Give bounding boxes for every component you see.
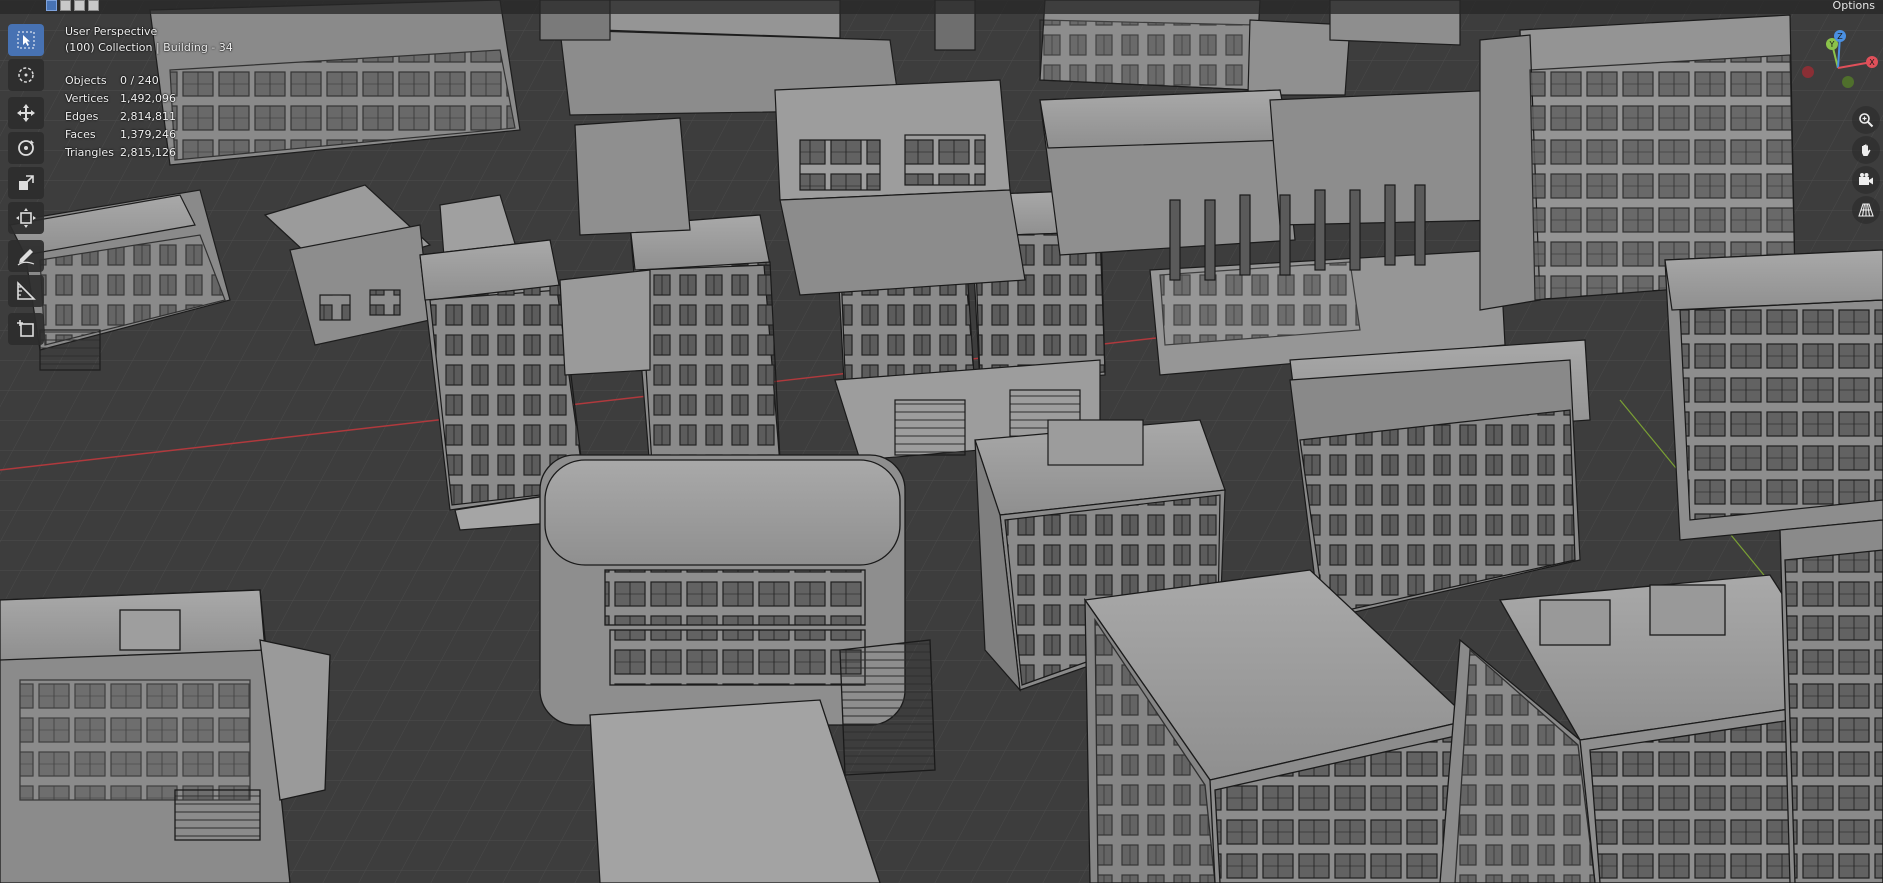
3d-viewport[interactable]: Options User Perspective (100) Collectio…: [0, 0, 1883, 883]
cursor-target-icon: [18, 67, 34, 83]
navigation-gizmo[interactable]: Y Z X: [1802, 22, 1882, 102]
tool-move[interactable]: [8, 97, 44, 129]
stat-row-vertices: Vertices 1,492,096: [65, 90, 176, 108]
select-subtract-icon[interactable]: [74, 0, 85, 11]
move-arrows-icon: [17, 104, 35, 122]
zoom-icon: [1859, 113, 1874, 128]
select-extend-icon[interactable]: [60, 0, 71, 11]
zoom-button[interactable]: [1852, 106, 1880, 134]
stat-row-edges: Edges 2,814,811: [65, 108, 176, 126]
scale-icon: [19, 175, 34, 190]
context-line: (100) Collection | Building - 34: [65, 41, 233, 54]
stat-row-objects: Objects 0 / 240: [65, 72, 176, 90]
tool-annotate[interactable]: [8, 240, 44, 272]
stat-value: 2,814,811: [120, 110, 176, 123]
viewport-text-overlay: User Perspective (100) Collection | Buil…: [65, 24, 233, 159]
gizmo-x-label: X: [1869, 58, 1875, 67]
camera-icon: [1859, 173, 1873, 185]
rotate-icon: [18, 140, 34, 156]
transform-icon: [16, 208, 36, 228]
pan-button[interactable]: [1852, 136, 1880, 164]
stat-label: Triangles: [65, 146, 114, 159]
tool-cursor[interactable]: [8, 59, 44, 91]
ruler-icon: [17, 281, 36, 300]
stat-value: 2,815,126: [120, 146, 176, 159]
view-name: User Perspective: [65, 25, 158, 38]
tool-add-cube[interactable]: [8, 313, 44, 345]
viewport-header: Options: [0, 0, 1883, 14]
stat-label: Edges: [65, 110, 99, 123]
tool-rotate[interactable]: [8, 132, 44, 164]
stat-value: 1,379,246: [120, 128, 176, 141]
scene-canvas[interactable]: [0, 0, 1883, 883]
add-cube-icon: [17, 320, 34, 337]
options-menu[interactable]: Options: [1833, 0, 1875, 12]
stat-value: 0 / 240: [120, 74, 159, 87]
stat-label: Vertices: [65, 92, 109, 105]
select-box-icon[interactable]: [46, 0, 57, 11]
pencil-icon: [17, 249, 35, 266]
gizmo-neg-x-handle[interactable]: [1802, 66, 1814, 78]
stat-value: 1,492,096: [120, 92, 176, 105]
stat-label: Faces: [65, 128, 96, 141]
gizmo-z-label: Z: [1837, 32, 1843, 41]
camera-view-button[interactable]: [1852, 166, 1880, 194]
cursor-arrow-icon: [17, 31, 35, 49]
select-intersect-icon[interactable]: [88, 0, 99, 11]
tool-transform[interactable]: [8, 202, 44, 234]
perspective-toggle-button[interactable]: [1852, 196, 1880, 224]
tool-select-box[interactable]: [8, 24, 44, 56]
gizmo-y-label: Y: [1829, 40, 1835, 49]
tool-scale[interactable]: [8, 167, 44, 199]
tool-measure[interactable]: [8, 275, 44, 307]
stat-row-faces: Faces 1,379,246: [65, 126, 176, 144]
selection-mode-group[interactable]: [46, 0, 99, 11]
stat-row-triangles: Triangles 2,815,126: [65, 144, 176, 162]
perspective-grid-icon: [1858, 203, 1874, 217]
stat-label: Objects: [65, 74, 107, 87]
gizmo-neg-y-handle[interactable]: [1842, 76, 1854, 88]
tool-shelf: [8, 24, 48, 348]
pan-hand-icon: [1862, 144, 1871, 156]
scene-statistics: Objects 0 / 240 Vertices 1,492,096 Edges…: [65, 72, 176, 162]
